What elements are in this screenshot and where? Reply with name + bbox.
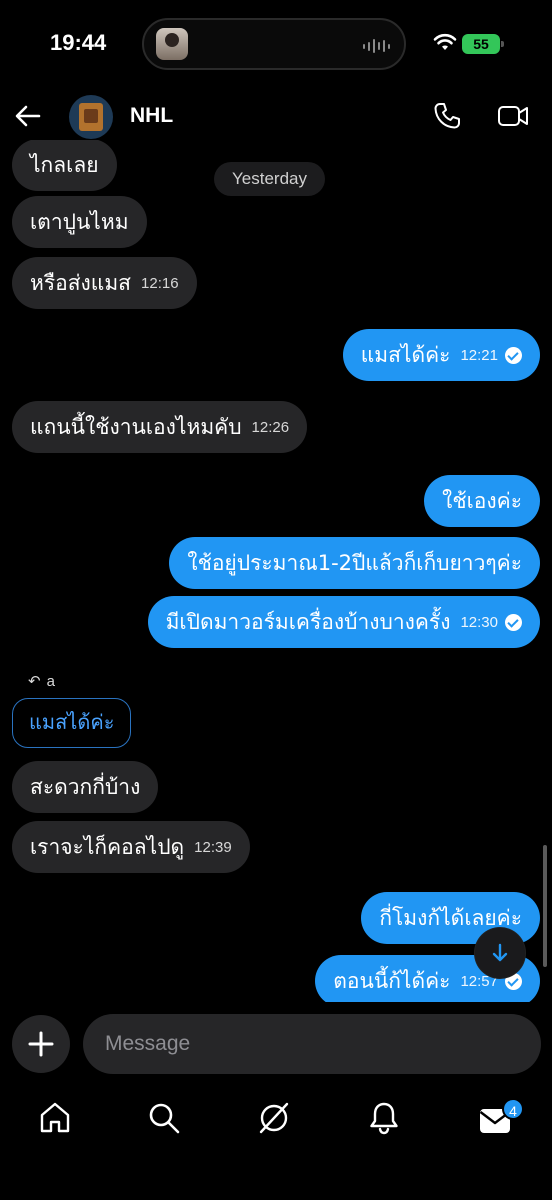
date-divider: Yesterday bbox=[214, 162, 325, 196]
status-time: 19:44 bbox=[50, 30, 107, 55]
message-list[interactable]: ไกลเลย Yesterday เตาปูนไหม หรือส่งแมส 12:… bbox=[0, 140, 552, 1002]
back-arrow-icon[interactable] bbox=[14, 102, 42, 130]
scroll-to-bottom-button[interactable] bbox=[475, 928, 525, 978]
bottom-nav: 4 bbox=[0, 1090, 552, 1150]
message-bubble-outgoing[interactable]: แมสได้ค่ะ 12:21 bbox=[342, 329, 540, 381]
message-time: 12:39 bbox=[194, 839, 232, 856]
arrow-down-icon bbox=[492, 943, 508, 962]
message-time: 12:26 bbox=[251, 419, 290, 436]
home-icon[interactable] bbox=[37, 1100, 73, 1136]
dynamic-island[interactable] bbox=[142, 18, 406, 70]
status-bar: 19:44 55 bbox=[0, 0, 552, 92]
phone-call-icon[interactable] bbox=[432, 101, 462, 131]
read-check-icon bbox=[505, 613, 522, 631]
read-check-icon bbox=[505, 346, 522, 364]
reply-arrow-icon: ↶ bbox=[28, 673, 41, 690]
message-time: 12:30 bbox=[460, 614, 498, 631]
scrollbar[interactable] bbox=[543, 845, 547, 967]
message-bubble-incoming[interactable]: ไกลเลย bbox=[12, 140, 117, 191]
contact-avatar[interactable] bbox=[69, 95, 113, 139]
explore-icon[interactable] bbox=[256, 1100, 292, 1136]
search-icon[interactable] bbox=[146, 1100, 182, 1136]
message-bubble-outgoing[interactable]: ใช้อยู่ประมาณ1-2ปีแล้วก็เก็บยาวๆค่ะ bbox=[169, 537, 540, 589]
message-bubble-incoming[interactable]: เตาปูนไหม bbox=[12, 196, 147, 248]
wifi-icon bbox=[433, 33, 457, 50]
message-input[interactable] bbox=[83, 1014, 541, 1074]
video-call-icon[interactable] bbox=[497, 101, 529, 131]
plus-icon bbox=[28, 1031, 54, 1057]
message-bubble-incoming[interactable]: หรือส่งแมส 12:16 bbox=[12, 257, 197, 309]
message-bubble-incoming[interactable]: เราจะไก็คอลไปดู 12:39 bbox=[12, 821, 250, 873]
notifications-icon[interactable] bbox=[366, 1100, 402, 1136]
message-time: 12:16 bbox=[141, 275, 179, 292]
add-attachment-button[interactable] bbox=[12, 1015, 70, 1073]
now-playing-avatar bbox=[156, 28, 188, 60]
audio-wave-icon bbox=[363, 38, 390, 54]
message-bubble-incoming[interactable]: สะดวกกี่บ้าง bbox=[12, 761, 159, 813]
message-bubble-outgoing[interactable]: ใช้เองค่ะ bbox=[424, 475, 540, 527]
battery-indicator: 55 bbox=[462, 34, 504, 54]
contact-name[interactable]: NHL bbox=[130, 104, 173, 128]
reply-label: ↶ a bbox=[28, 673, 55, 690]
reply-quote[interactable]: แมสได้ค่ะ bbox=[12, 698, 132, 748]
message-bubble-outgoing[interactable]: มีเปิดมาวอร์มเครื่องบ้างบางครั้ง 12:30 bbox=[147, 596, 540, 648]
composer bbox=[0, 1014, 552, 1076]
message-bubble-incoming[interactable]: แถนนี้ใช้งานเองไหมคับ 12:26 bbox=[12, 401, 308, 453]
inbox-badge: 4 bbox=[502, 1098, 524, 1120]
home-indicator bbox=[0, 1188, 552, 1200]
chat-header: NHL bbox=[0, 92, 552, 142]
message-time: 12:21 bbox=[460, 347, 498, 364]
